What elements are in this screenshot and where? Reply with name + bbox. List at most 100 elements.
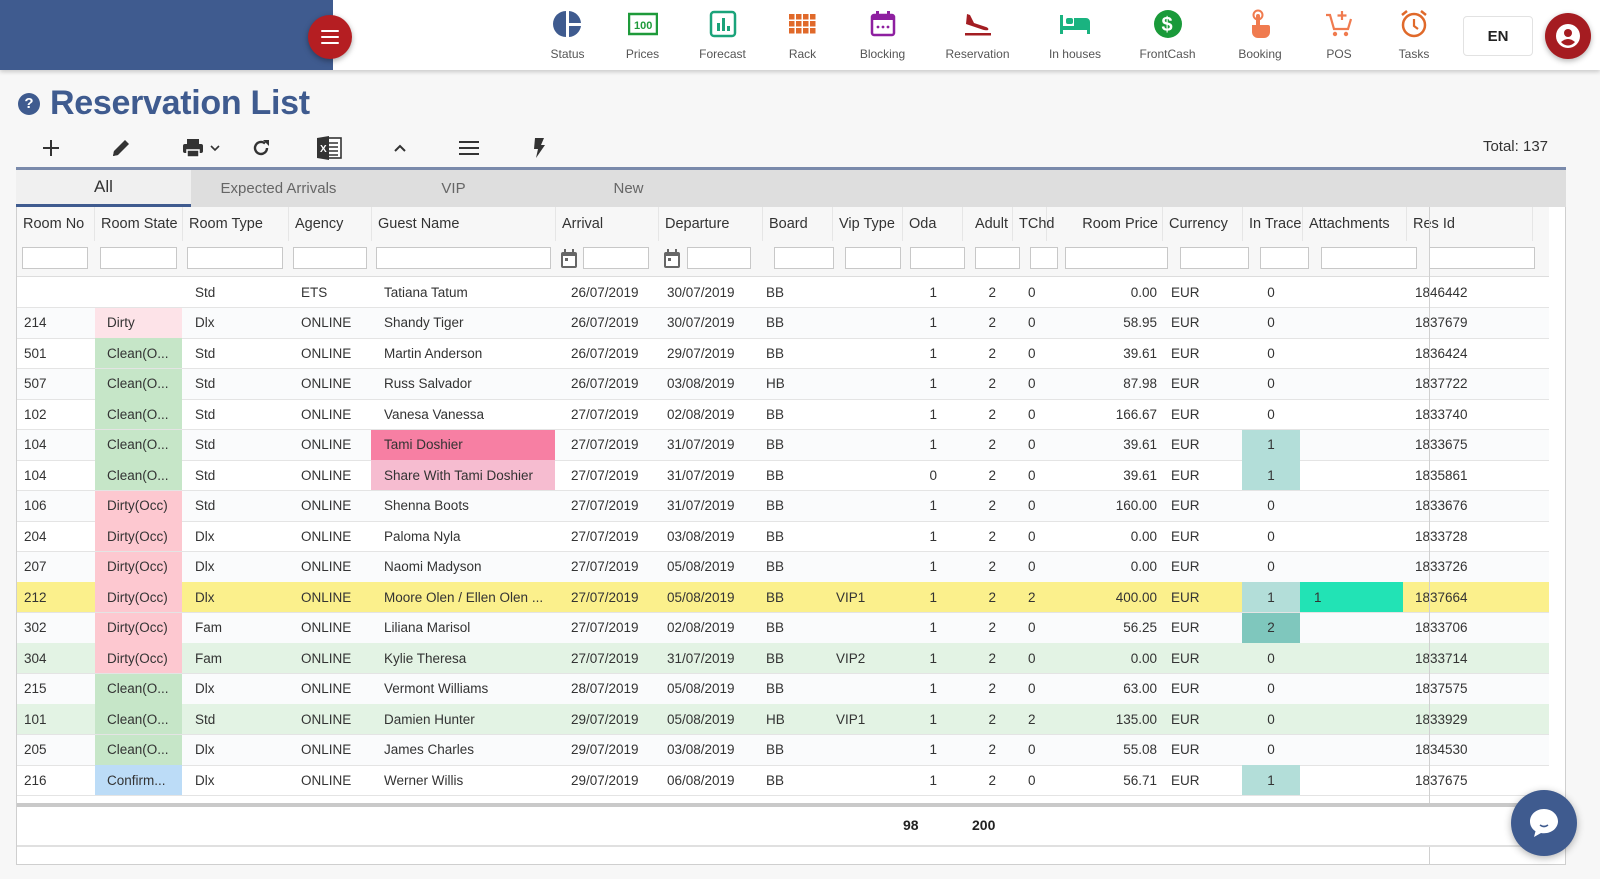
filter-departure[interactable] — [687, 247, 751, 269]
filter-adult[interactable] — [975, 247, 1020, 269]
nav-item-reservation[interactable]: Reservation — [925, 0, 1030, 70]
column-header-in-trace[interactable]: In Trace — [1243, 207, 1303, 241]
filter-in-trace[interactable] — [1260, 247, 1309, 269]
table-row[interactable]: 104 Clean(O... Std ONLINE Tami Doshier 27/07/… — [17, 429, 1549, 461]
filter-guest-name[interactable] — [376, 247, 551, 269]
collapse-button[interactable] — [388, 132, 412, 164]
language-button[interactable]: EN — [1463, 16, 1533, 56]
table-row[interactable]: Std ETS Tatiana Tatum 26/07/2019 30/07/2019 B… — [17, 277, 1549, 308]
cell-adult: 2 — [988, 620, 996, 635]
table-row[interactable]: 216 Confirm... Dlx ONLINE Werner Willis 29/07… — [17, 765, 1549, 796]
filter-arrival[interactable] — [583, 247, 649, 269]
nav-item-rack[interactable]: Rack — [765, 0, 840, 70]
cell-tchd: 0 — [1028, 620, 1036, 635]
column-header-tchd[interactable]: TChd — [1013, 207, 1054, 241]
table-row[interactable]: 204 Dirty(Occ) Dlx ONLINE Paloma Nyla 27/07/2… — [17, 521, 1549, 552]
nav-item-in-houses[interactable]: In houses — [1030, 0, 1120, 70]
calendar-picker-icon[interactable] — [663, 247, 681, 269]
tab-expected-arrivals[interactable]: Expected Arrivals — [191, 170, 366, 207]
cell-attach — [1300, 552, 1403, 582]
cell-state: Dirty(Occ) — [95, 490, 182, 521]
table-row[interactable]: 102 Clean(O... Std ONLINE Vanesa Vanessa 27/0… — [17, 399, 1549, 430]
column-header-departure[interactable]: Departure — [659, 207, 763, 241]
column-header-adult[interactable]: Adult — [963, 207, 1013, 241]
nav-item-tasks[interactable]: Tasks — [1373, 0, 1455, 70]
quick-action-button[interactable] — [528, 132, 550, 164]
nav-item-frontcash[interactable]: $ FrontCash — [1120, 0, 1215, 70]
refresh-button[interactable] — [248, 132, 274, 164]
column-header-attachments[interactable]: Attachments — [1303, 207, 1407, 241]
cell-type: Std — [195, 376, 216, 391]
column-header-arrival[interactable]: Arrival — [556, 207, 659, 241]
column-header-room-price[interactable]: Room Price — [1047, 207, 1163, 241]
filter-room-price[interactable] — [1065, 247, 1168, 269]
cell-departure: 05/08/2019 — [667, 681, 735, 696]
print-button[interactable] — [176, 132, 226, 164]
excel-export-button[interactable]: X — [314, 132, 344, 164]
cell-resid: 1837664 — [1415, 589, 1468, 605]
help-icon[interactable]: ? — [18, 92, 40, 115]
nav-item-pos[interactable]: POS — [1305, 0, 1373, 70]
column-header-currency[interactable]: Currency — [1163, 207, 1243, 241]
filter-oda[interactable] — [910, 247, 965, 269]
filter-vip-type[interactable] — [845, 247, 901, 269]
filter-room-no[interactable] — [22, 247, 88, 269]
cell-vip — [831, 399, 901, 429]
filter-attachments[interactable] — [1321, 247, 1417, 269]
cell-arrival: 27/07/2019 — [571, 528, 639, 544]
table-row[interactable]: 104 Clean(O... Std ONLINE Share With Tami Do… — [17, 460, 1549, 491]
calendar-picker-icon[interactable] — [560, 247, 578, 269]
column-menu-button[interactable] — [456, 132, 482, 164]
chat-button[interactable] — [1511, 790, 1577, 856]
cell-arrival: 27/07/2019 — [571, 437, 639, 452]
table-row[interactable]: 101 Clean(O... Std ONLINE Damien Hunter 29/07… — [17, 704, 1549, 735]
filter-room-state[interactable] — [100, 247, 177, 269]
nav-item-blocking[interactable]: Blocking — [840, 0, 925, 70]
nav-item-forecast[interactable]: Forecast — [680, 0, 765, 70]
nav-item-prices[interactable]: 100 Prices — [605, 0, 680, 70]
column-header-oda[interactable]: Oda — [903, 207, 963, 241]
tab-new[interactable]: New — [541, 170, 716, 207]
table-row[interactable]: 207 Dirty(Occ) Dlx ONLINE Naomi Madyson 27/07… — [17, 551, 1549, 583]
edit-button[interactable] — [108, 132, 134, 164]
column-header-agency[interactable]: Agency — [289, 207, 372, 241]
cell-currency: EUR — [1171, 681, 1200, 696]
tab-vip[interactable]: VIP — [366, 170, 541, 207]
chevron-down-icon — [210, 145, 220, 152]
add-button[interactable] — [38, 132, 64, 164]
cell-vip — [831, 491, 901, 521]
filter-tchd[interactable] — [1030, 247, 1058, 269]
table-row[interactable]: 304 Dirty(Occ) Fam ONLINE Kylie Theresa 27/07… — [17, 643, 1549, 674]
nav-item-booking[interactable]: Booking — [1215, 0, 1305, 70]
table-row[interactable]: 212 Dirty(Occ) Dlx ONLINE Moore Olen / Ellen… — [17, 582, 1549, 613]
user-menu-button[interactable] — [1545, 13, 1591, 59]
cell-type: Dlx — [195, 681, 215, 696]
filter-board[interactable] — [774, 247, 834, 269]
cell-board: BB — [766, 742, 785, 757]
column-header-room-no[interactable]: Room No — [17, 207, 95, 241]
table-row[interactable]: 106 Dirty(Occ) Std ONLINE Shenna Boots 27/07/… — [17, 490, 1549, 522]
table-row[interactable]: 215 Clean(O... Dlx ONLINE Vermont Williams 28… — [17, 673, 1549, 705]
column-header-res-id[interactable]: Res Id — [1407, 207, 1533, 241]
column-header-guest-name[interactable]: Guest Name — [372, 207, 556, 241]
cell-agency: ONLINE — [301, 772, 352, 788]
filter-res-id[interactable] — [1429, 247, 1535, 269]
cell-tchd: 0 — [1028, 437, 1036, 452]
column-header-room-type[interactable]: Room Type — [183, 207, 289, 241]
sidebar-toggle-button[interactable] — [308, 15, 352, 59]
table-row[interactable]: 205 Clean(O... Dlx ONLINE James Charles 29/07… — [17, 734, 1549, 766]
filter-agency[interactable] — [293, 247, 367, 269]
nav-item-status[interactable]: Status — [530, 0, 605, 70]
cell-departure: 05/08/2019 — [667, 559, 735, 574]
table-row[interactable]: 302 Dirty(Occ) Fam ONLINE Liliana Marisol 27/… — [17, 612, 1549, 644]
tab-all[interactable]: All — [16, 170, 191, 207]
column-header-room-state[interactable]: Room State — [95, 207, 183, 241]
table-row[interactable]: 214 Dirty Dlx ONLINE Shandy Tiger 26/07/2019 3… — [17, 307, 1549, 339]
cell-board: BB — [766, 528, 785, 544]
filter-room-type[interactable] — [187, 247, 283, 269]
table-row[interactable]: 501 Clean(O... Std ONLINE Martin Anderson 26/… — [17, 338, 1549, 369]
column-header-vip-type[interactable]: Vip Type — [833, 207, 903, 241]
column-header-board[interactable]: Board — [763, 207, 833, 241]
filter-currency[interactable] — [1180, 247, 1249, 269]
table-row[interactable]: 507 Clean(O... Std ONLINE Russ Salvador 26/07… — [17, 368, 1549, 400]
